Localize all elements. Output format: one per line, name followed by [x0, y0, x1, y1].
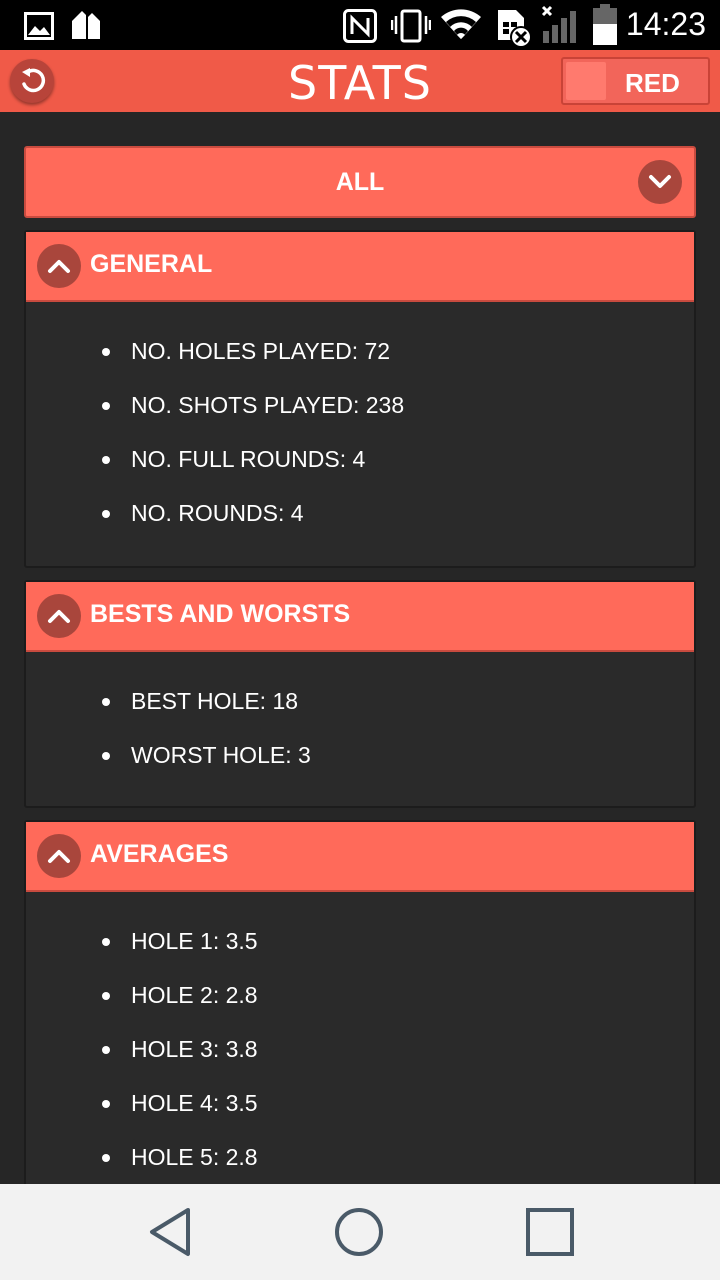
chevron-down-icon — [649, 175, 671, 188]
vibrate-icon — [391, 9, 431, 43]
stats-list: BEST HOLE: 18 WORST HOLE: 3 — [26, 652, 694, 778]
list-item: NO. FULL ROUNDS: 4 — [26, 428, 694, 482]
section-averages: AVERAGES HOLE 1: 3.5 HOLE 2: 2.8 HOLE 3:… — [24, 820, 696, 1220]
list-item: HOLE 1: 3.5 — [26, 910, 694, 964]
list-item: HOLE 3: 3.8 — [26, 1018, 694, 1072]
section-header-averages[interactable]: AVERAGES — [26, 822, 694, 892]
battery-icon — [593, 4, 617, 45]
section-title: GENERAL — [90, 250, 213, 278]
status-time: 14:23 — [625, 6, 706, 42]
signal-icon — [541, 5, 576, 43]
stats-list: NO. HOLES PLAYED: 72 NO. SHOTS PLAYED: 2… — [26, 302, 694, 536]
chevron-up-icon — [48, 260, 70, 273]
nav-recents-button[interactable] — [520, 1202, 580, 1262]
nav-back-icon — [150, 1208, 190, 1256]
collapse-button[interactable] — [37, 244, 81, 288]
chevron-up-icon — [48, 610, 70, 623]
nav-recents-icon — [526, 1208, 574, 1256]
list-item: HOLE 2: 2.8 — [26, 964, 694, 1018]
stats-list: HOLE 1: 3.5 HOLE 2: 2.8 HOLE 3: 3.8 HOLE… — [26, 892, 694, 1180]
collapse-button[interactable] — [37, 594, 81, 638]
nav-home-icon — [335, 1208, 383, 1256]
nav-home-button[interactable] — [329, 1202, 389, 1262]
filter-dropdown[interactable]: ALL — [24, 146, 696, 218]
nav-back-button[interactable] — [140, 1202, 200, 1262]
team-toggle[interactable]: RED — [561, 57, 710, 105]
filter-selected-value: ALL — [335, 168, 385, 196]
section-general: GENERAL NO. HOLES PLAYED: 72 NO. SHOTS P… — [24, 230, 696, 568]
wifi-icon — [441, 9, 481, 39]
section-header-general[interactable]: GENERAL — [26, 232, 694, 302]
app-bar: STATS RED — [0, 50, 720, 112]
chevron-up-icon — [48, 850, 70, 863]
nfc-icon — [343, 9, 377, 43]
section-title: AVERAGES — [90, 840, 229, 868]
section-title: BESTS AND WORSTS — [90, 600, 351, 628]
list-item: BEST HOLE: 18 — [26, 670, 694, 724]
list-item: NO. HOLES PLAYED: 72 — [26, 320, 694, 374]
list-item: NO. ROUNDS: 4 — [26, 482, 694, 536]
toggle-label: RED — [625, 68, 680, 98]
navigation-bar — [0, 1184, 720, 1280]
section-bests-and-worsts: BESTS AND WORSTS BEST HOLE: 18 WORST HOL… — [24, 580, 696, 808]
sim-error-icon — [498, 10, 532, 48]
collapse-button[interactable] — [37, 834, 81, 878]
gallery-icon — [24, 12, 54, 40]
filter-toggle-button[interactable] — [638, 160, 682, 204]
app-store-icon — [72, 11, 100, 39]
toggle-knob[interactable] — [566, 62, 606, 100]
list-item: NO. SHOTS PLAYED: 238 — [26, 374, 694, 428]
list-item: HOLE 4: 3.5 — [26, 1072, 694, 1126]
list-item: HOLE 5: 2.8 — [26, 1126, 694, 1180]
section-header-bests-and-worsts[interactable]: BESTS AND WORSTS — [26, 582, 694, 652]
status-bar: 14:23 — [0, 0, 720, 50]
list-item: WORST HOLE: 3 — [26, 724, 694, 778]
